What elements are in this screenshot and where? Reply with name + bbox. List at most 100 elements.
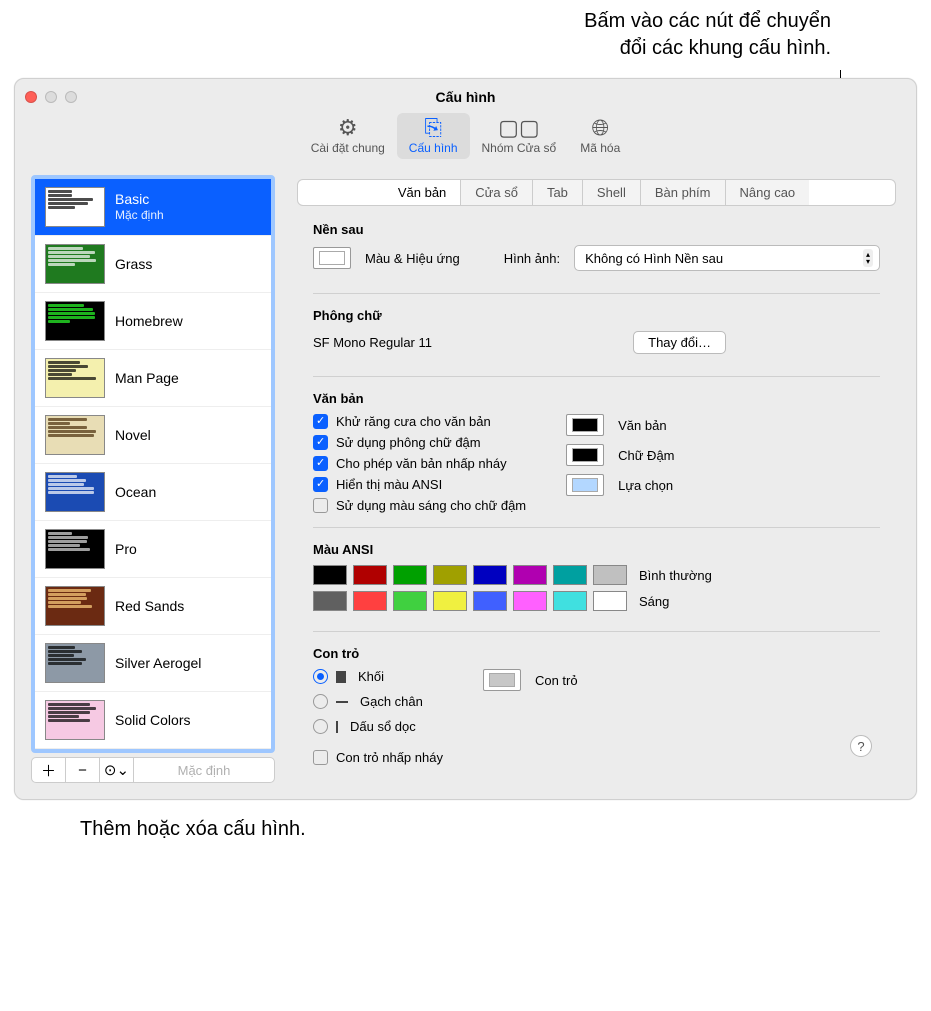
selection-color-well[interactable] — [566, 474, 604, 496]
bold-color-well[interactable] — [566, 444, 604, 466]
chevron-updown-icon: ▴▾ — [863, 249, 873, 267]
profile-item-ocean[interactable]: Ocean — [35, 464, 271, 521]
ansi-swatch[interactable] — [313, 591, 347, 611]
section-font: Phông chữ SF Mono Regular 11 Thay đổi… — [297, 304, 896, 372]
cursor-color-well[interactable] — [483, 669, 521, 691]
profile-thumbnail — [45, 358, 105, 398]
ansi-swatch[interactable] — [313, 565, 347, 585]
help-button[interactable]: ? — [850, 735, 872, 757]
profile-thumbnail — [45, 187, 105, 227]
profile-thumbnail — [45, 244, 105, 284]
radio-cursor-block[interactable]: Khối — [313, 669, 443, 684]
section-background: Nền sau Màu & Hiệu ứng Hình ảnh: Không c… — [297, 218, 896, 289]
ansi-swatch[interactable] — [513, 591, 547, 611]
profile-thumbnail — [45, 301, 105, 341]
profile-sidebar: BasicMặc định Grass Homebrew Man Page Novel O… — [31, 175, 275, 783]
profile-thumbnail — [45, 643, 105, 683]
ansi-row-label: Bình thường — [639, 568, 712, 583]
ansi-swatch[interactable] — [433, 565, 467, 585]
tab-text[interactable]: Văn bản — [384, 180, 461, 205]
ansi-swatch[interactable] — [393, 565, 427, 585]
background-color-well[interactable] — [313, 247, 351, 269]
profile-name: Silver Aerogel — [115, 655, 201, 672]
profile-thumbnail — [45, 586, 105, 626]
check-antialias[interactable]: Khử răng cưa cho văn bản — [313, 414, 526, 429]
profile-item-red-sands[interactable]: Red Sands — [35, 578, 271, 635]
section-cursor: Con trỏ Khối Gạch chân Dấu sổ dọc Con tr… — [297, 642, 896, 775]
add-profile-button[interactable]: ＋ — [32, 758, 66, 782]
ansi-swatch[interactable] — [393, 591, 427, 611]
profile-name: Novel — [115, 427, 151, 444]
check-bright-bold[interactable]: Sử dụng màu sáng cho chữ đậm — [313, 498, 526, 513]
ansi-swatch[interactable] — [353, 591, 387, 611]
tab-advanced[interactable]: Nâng cao — [726, 180, 810, 205]
check-ansi[interactable]: Hiển thị màu ANSI — [313, 477, 526, 492]
ansi-normal-row: Bình thường — [313, 565, 880, 585]
ansi-swatch[interactable] — [353, 565, 387, 585]
ansi-swatch[interactable] — [593, 591, 627, 611]
background-image-select[interactable]: Không có Hình Nền sau ▴▾ — [574, 245, 880, 271]
default-button[interactable]: Mặc định — [134, 763, 274, 778]
change-font-button[interactable]: Thay đổi… — [633, 331, 726, 354]
ansi-swatch[interactable] — [473, 591, 507, 611]
profile-item-silver-aerogel[interactable]: Silver Aerogel — [35, 635, 271, 692]
main-panel: Văn bản Cửa sổ Tab Shell Bàn phím Nâng c… — [293, 175, 900, 783]
gear-icon: ⚙︎ — [338, 117, 358, 139]
toolbar: ⚙︎ Cài đặt chung ⎘ Cấu hình ▢▢ Nhóm Cửa … — [15, 107, 916, 169]
profile-default-badge: Mặc định — [115, 208, 164, 222]
font-value: SF Mono Regular 11 — [313, 335, 619, 350]
profile-item-grass[interactable]: Grass — [35, 236, 271, 293]
profile-name: BasicMặc định — [115, 191, 164, 222]
section-ansi: Màu ANSI Bình thường Sáng — [297, 538, 896, 627]
profile-name: Pro — [115, 541, 137, 558]
preferences-window: Cấu hình ⚙︎ Cài đặt chung ⎘ Cấu hình ▢▢ … — [14, 78, 917, 800]
profile-name: Solid Colors — [115, 712, 190, 729]
window-title: Cấu hình — [15, 89, 916, 105]
ansi-swatch[interactable] — [593, 565, 627, 585]
profile-name: Red Sands — [115, 598, 184, 615]
profile-actions-button[interactable]: ⊙⌄ — [100, 758, 134, 782]
toolbar-window-groups[interactable]: ▢▢ Nhóm Cửa sổ — [470, 113, 569, 159]
profile-item-solid-colors[interactable]: Solid Colors — [35, 692, 271, 749]
ansi-bright-row: Sáng — [313, 591, 880, 611]
ansi-swatch[interactable] — [553, 591, 587, 611]
ansi-swatch[interactable] — [473, 565, 507, 585]
profile-item-pro[interactable]: Pro — [35, 521, 271, 578]
ansi-swatch[interactable] — [513, 565, 547, 585]
ansi-swatch[interactable] — [553, 565, 587, 585]
titlebar: Cấu hình — [15, 79, 916, 107]
callout-top: Bấm vào các nút để chuyển đổi các khung … — [0, 0, 931, 62]
toolbar-encoding[interactable]: 🌐︎ Mã hóa — [568, 113, 632, 159]
profile-item-novel[interactable]: Novel — [35, 407, 271, 464]
window-groups-icon: ▢▢ — [498, 117, 540, 139]
sidebar-footer: ＋ − ⊙⌄ Mặc định — [31, 757, 275, 783]
profile-item-basic[interactable]: BasicMặc định — [35, 179, 271, 236]
profile-name: Grass — [115, 256, 152, 273]
profile-name: Ocean — [115, 484, 156, 501]
profile-item-homebrew[interactable]: Homebrew — [35, 293, 271, 350]
profile-name: Man Page — [115, 370, 179, 387]
text-color-well[interactable] — [566, 414, 604, 436]
check-blink[interactable]: Cho phép văn bản nhấp nháy — [313, 456, 526, 471]
profile-name: Homebrew — [115, 313, 183, 330]
profiles-icon: ⎘ — [424, 117, 442, 139]
tab-keyboard[interactable]: Bàn phím — [641, 180, 726, 205]
profile-tabs: Văn bản Cửa sổ Tab Shell Bàn phím Nâng c… — [297, 179, 896, 206]
section-text: Văn bản Khử răng cưa cho văn bản Sử dụng… — [297, 387, 896, 523]
profile-thumbnail — [45, 415, 105, 455]
tab-shell[interactable]: Shell — [583, 180, 641, 205]
toolbar-general[interactable]: ⚙︎ Cài đặt chung — [299, 113, 397, 159]
check-bold-fonts[interactable]: Sử dụng phông chữ đậm — [313, 435, 526, 450]
check-cursor-blink[interactable]: Con trỏ nhấp nháy — [313, 750, 443, 765]
profile-list[interactable]: BasicMặc định Grass Homebrew Man Page Novel O… — [31, 175, 275, 753]
remove-profile-button[interactable]: − — [66, 758, 100, 782]
radio-cursor-underline[interactable]: Gạch chân — [313, 694, 443, 709]
tab-tab[interactable]: Tab — [533, 180, 583, 205]
globe-icon: 🌐︎ — [591, 117, 609, 139]
ansi-swatch[interactable] — [433, 591, 467, 611]
profile-thumbnail — [45, 529, 105, 569]
tab-window[interactable]: Cửa sổ — [461, 180, 533, 205]
profile-item-man-page[interactable]: Man Page — [35, 350, 271, 407]
radio-cursor-vbar[interactable]: Dấu sổ dọc — [313, 719, 443, 734]
toolbar-profiles[interactable]: ⎘ Cấu hình — [397, 113, 470, 159]
